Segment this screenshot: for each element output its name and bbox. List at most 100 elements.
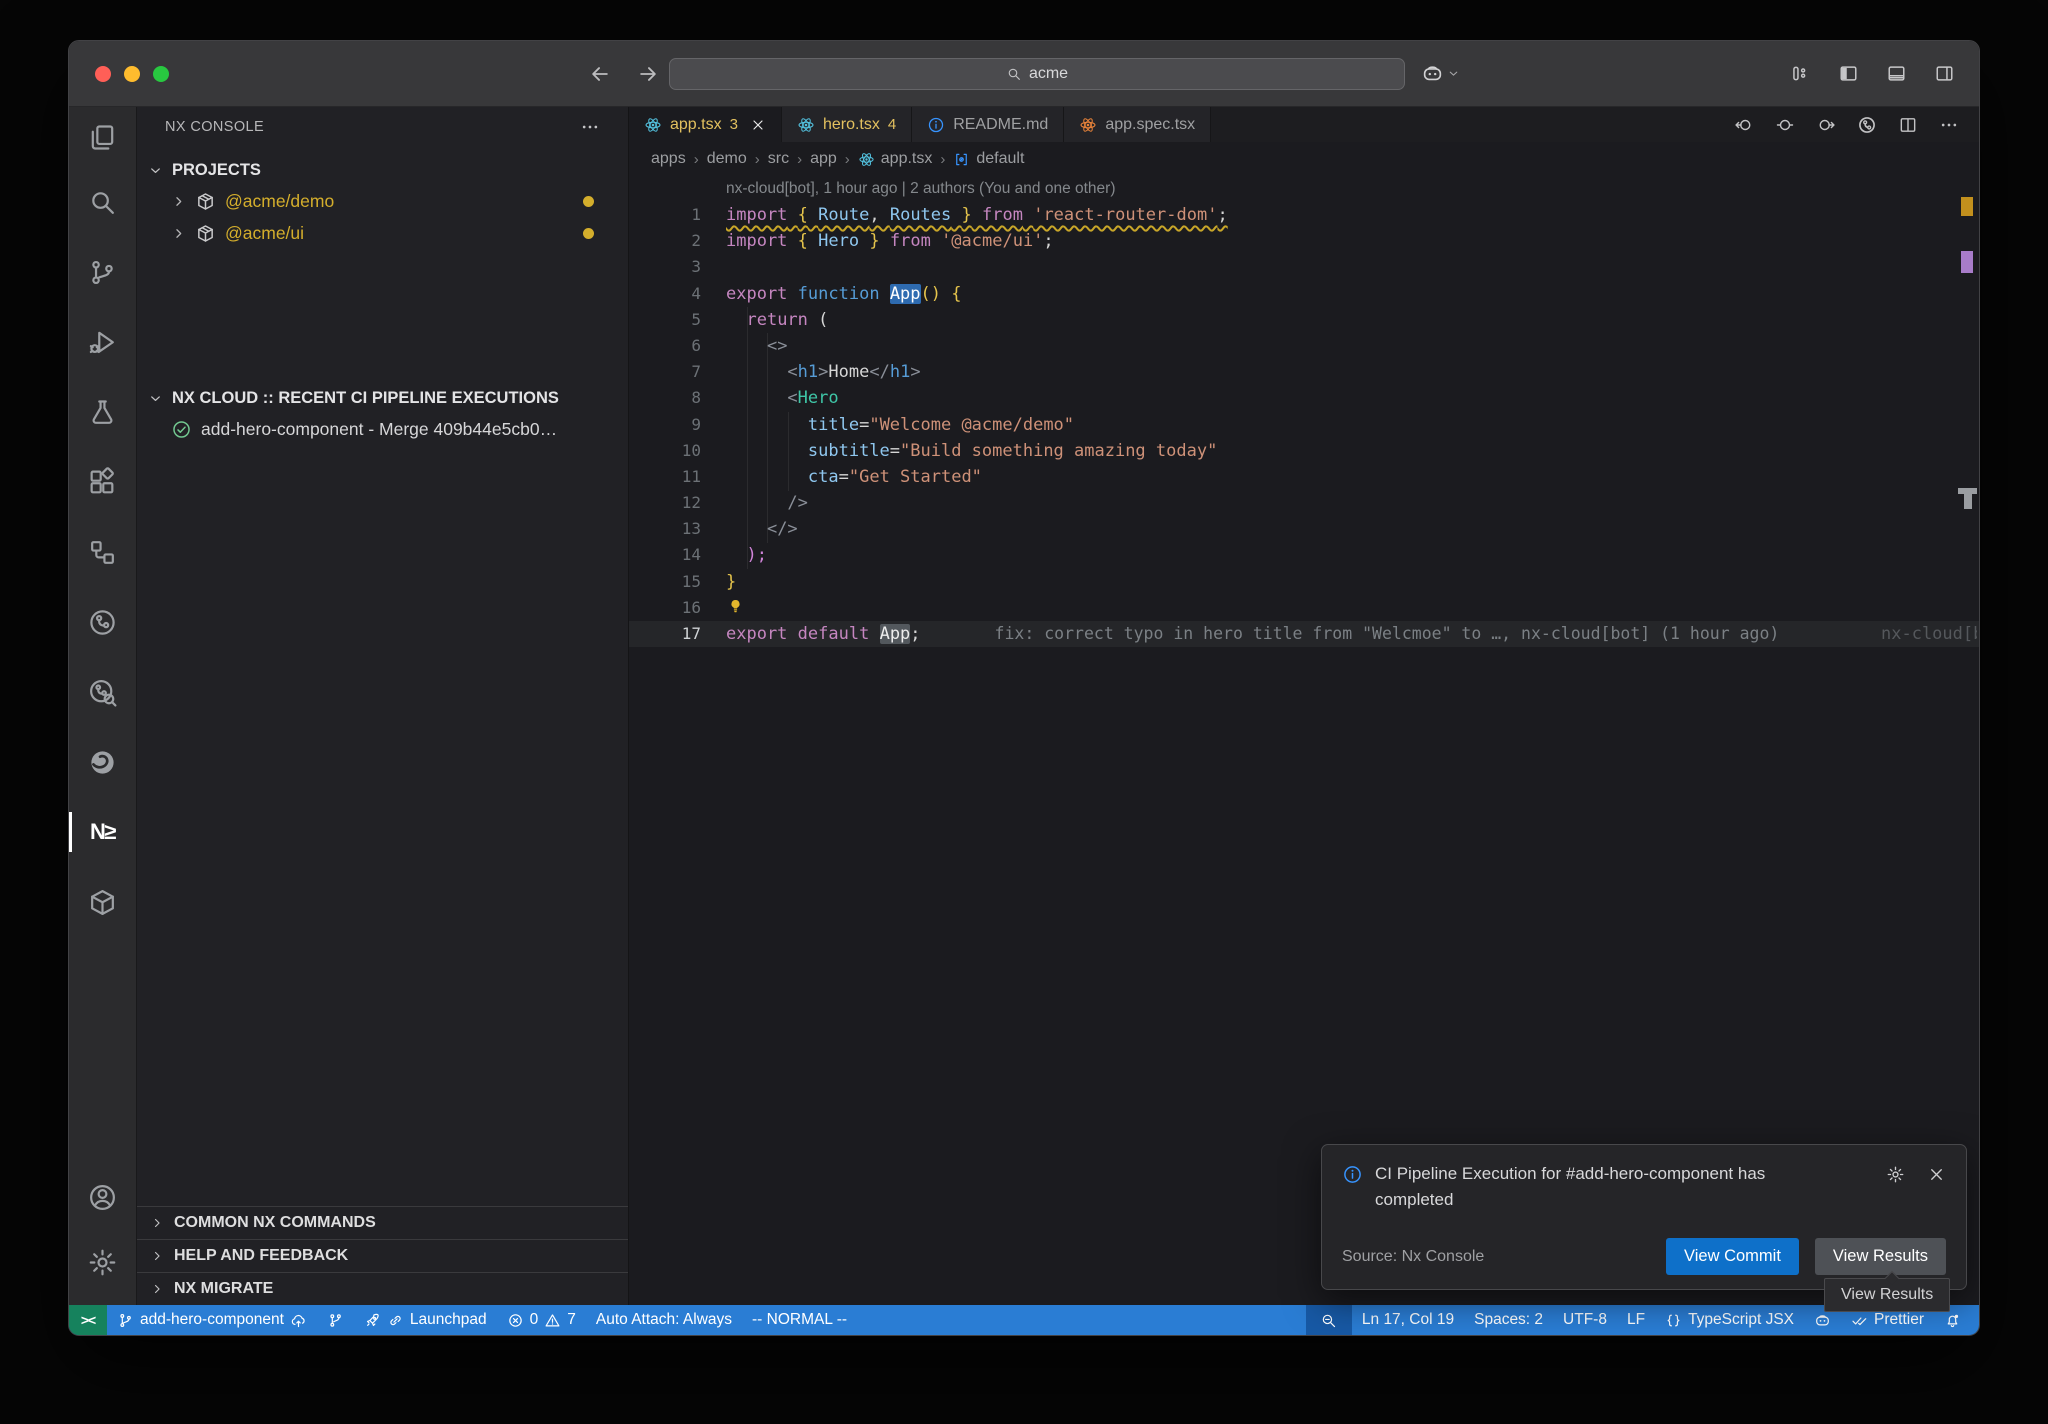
status-item-auto-attach[interactable]: Auto Attach: Always (586, 1305, 742, 1335)
activity-item-run-debug[interactable] (69, 307, 136, 377)
activity-item-gitlens[interactable] (69, 587, 136, 657)
list-item[interactable]: @acme/ui (137, 217, 628, 249)
status-item-remote[interactable]: >< (69, 1305, 107, 1335)
chevron-down-icon (148, 163, 163, 178)
status-item-problems[interactable]: 07 (497, 1305, 586, 1335)
zoom-out-icon (1320, 1312, 1337, 1329)
indent-guide (788, 412, 789, 491)
tab-app.tsx[interactable]: app.tsx3 (629, 107, 782, 142)
status-item-indentation[interactable]: Spaces: 2 (1464, 1305, 1553, 1335)
history-nav (589, 41, 659, 106)
status-item-commit-graph[interactable] (317, 1305, 354, 1335)
activity-bar: N≥ (69, 107, 137, 1305)
tab-hero.tsx[interactable]: hero.tsx4 (782, 107, 912, 142)
arrow-left-icon[interactable] (589, 63, 611, 85)
breadcrumb-item-demo[interactable]: demo (707, 150, 747, 168)
section-header-nx-cloud[interactable]: NX CLOUD :: RECENT CI PIPELINE EXECUTION… (137, 383, 628, 413)
minimize-window-button[interactable] (124, 66, 140, 82)
view-results-button[interactable]: View Results (1815, 1238, 1946, 1275)
close-icon[interactable] (1927, 1165, 1946, 1184)
split-editor-icon[interactable] (1898, 115, 1918, 135)
graph-icon[interactable] (1857, 115, 1877, 135)
command-center[interactable]: acme (669, 58, 1405, 90)
inline-blame-annotation: fix: correct typo in hero title from "We… (995, 624, 1780, 643)
indent-guide (767, 333, 768, 543)
overview-ruler-change (1961, 251, 1973, 273)
status-item-vim-mode[interactable]: -- NORMAL -- (742, 1305, 857, 1335)
section-header-help-and-feedback[interactable]: HELP AND FEEDBACK (137, 1239, 628, 1272)
breadcrumb-item-app.tsx[interactable]: app.tsx (858, 150, 933, 168)
code-line: 12 /> (629, 490, 1979, 516)
panel-right-icon[interactable] (1934, 63, 1955, 84)
code-line: 5 return ( (629, 307, 1979, 333)
section-header-nx-migrate[interactable]: NX MIGRATE (137, 1272, 628, 1305)
list-item[interactable]: add-hero-component - Merge 409b44e5cb02.… (137, 413, 628, 445)
section-header-common-nx-commands[interactable]: COMMON NX COMMANDS (137, 1206, 628, 1239)
line-number: 5 (629, 307, 701, 333)
activity-item-search[interactable] (69, 167, 136, 237)
line-number: 13 (629, 516, 701, 542)
status-item-language-mode[interactable]: TypeScript JSX (1655, 1305, 1804, 1335)
breadcrumb-item-apps[interactable]: apps (651, 150, 686, 168)
notification-controls (1886, 1161, 1946, 1214)
line-content: <h1>Home</h1> (726, 359, 921, 385)
status-item-branch[interactable]: add-hero-component (107, 1305, 317, 1335)
status-item-launchpad[interactable]: Launchpad (354, 1305, 497, 1335)
close-icon[interactable] (750, 117, 766, 133)
activity-item-extensions[interactable] (69, 447, 136, 517)
react-icon (644, 116, 662, 134)
nav-back-icon[interactable] (1734, 115, 1754, 135)
editor-region: app.tsx3hero.tsx4README.mdapp.spec.tsx a… (629, 107, 1979, 1305)
code-line: 13 </> (629, 516, 1979, 542)
status-item-encoding[interactable]: UTF-8 (1553, 1305, 1617, 1335)
line-number: 1 (629, 202, 701, 228)
ellipsis-icon[interactable] (1939, 115, 1959, 135)
source-control-icon (87, 257, 118, 288)
nav-current-icon[interactable] (1775, 115, 1795, 135)
list-item[interactable]: @acme/demo (137, 185, 628, 217)
status-item-eol[interactable]: LF (1617, 1305, 1655, 1335)
activity-item-edge-tools[interactable] (69, 727, 136, 797)
breadcrumb-item-src[interactable]: src (768, 150, 789, 168)
layout-customize-icon[interactable] (1790, 63, 1811, 84)
panel-left-icon[interactable] (1838, 63, 1859, 84)
check-circle-icon (171, 419, 192, 440)
status-item-cursor-position[interactable]: Ln 17, Col 19 (1352, 1305, 1464, 1335)
code-line: 8 <Hero (629, 385, 1979, 411)
search-icon (87, 187, 118, 218)
breadcrumb-item-default[interactable]: default (953, 150, 1024, 168)
status-item-zoom-indicator[interactable] (1306, 1305, 1352, 1335)
code-editor[interactable]: nx-cloud[bot], 1 hour ago | 2 authors (Y… (629, 176, 1979, 1305)
breadcrumb-item-app[interactable]: app (810, 150, 837, 168)
activity-item-testing[interactable] (69, 377, 136, 447)
code-line: 17nx-cloud[bexport default App;fix: corr… (629, 621, 1979, 647)
zoom-window-button[interactable] (153, 66, 169, 82)
activity-item-nx-console[interactable]: N≥ (69, 797, 136, 867)
activity-item-containers[interactable] (69, 867, 136, 937)
activity-item-settings[interactable] (69, 1227, 136, 1297)
activity-item-gitlens-inspect[interactable] (69, 657, 136, 727)
activity-item-source-control[interactable] (69, 237, 136, 307)
tab-README.md[interactable]: README.md (912, 107, 1064, 142)
nav-forward-icon[interactable] (1816, 115, 1836, 135)
close-window-button[interactable] (95, 66, 111, 82)
tab-app.spec.tsx[interactable]: app.spec.tsx (1064, 107, 1211, 142)
view-commit-button[interactable]: View Commit (1666, 1238, 1799, 1275)
panel-bottom-icon[interactable] (1886, 63, 1907, 84)
gear-icon[interactable] (1886, 1165, 1905, 1184)
copilot-menu[interactable] (1421, 41, 1460, 106)
activity-item-explorer[interactable] (69, 107, 136, 167)
react-icon (797, 116, 815, 134)
line-number: 15 (629, 569, 701, 595)
status-text: UTF-8 (1563, 1311, 1607, 1329)
more-actions-icon[interactable] (580, 117, 600, 137)
cloud-upload-icon (290, 1312, 307, 1329)
section-header-projects[interactable]: PROJECTS (137, 155, 628, 185)
activity-item-accounts[interactable] (69, 1167, 136, 1227)
bulb-icon[interactable] (726, 597, 745, 616)
arrow-right-icon[interactable] (637, 63, 659, 85)
sidebar-bottom-sections: COMMON NX COMMANDSHELP AND FEEDBACKNX MI… (137, 1206, 628, 1305)
chevron-right-icon (150, 1249, 164, 1263)
code-line: 1import { Route, Routes } from 'react-ro… (629, 202, 1979, 228)
activity-item-references[interactable] (69, 517, 136, 587)
